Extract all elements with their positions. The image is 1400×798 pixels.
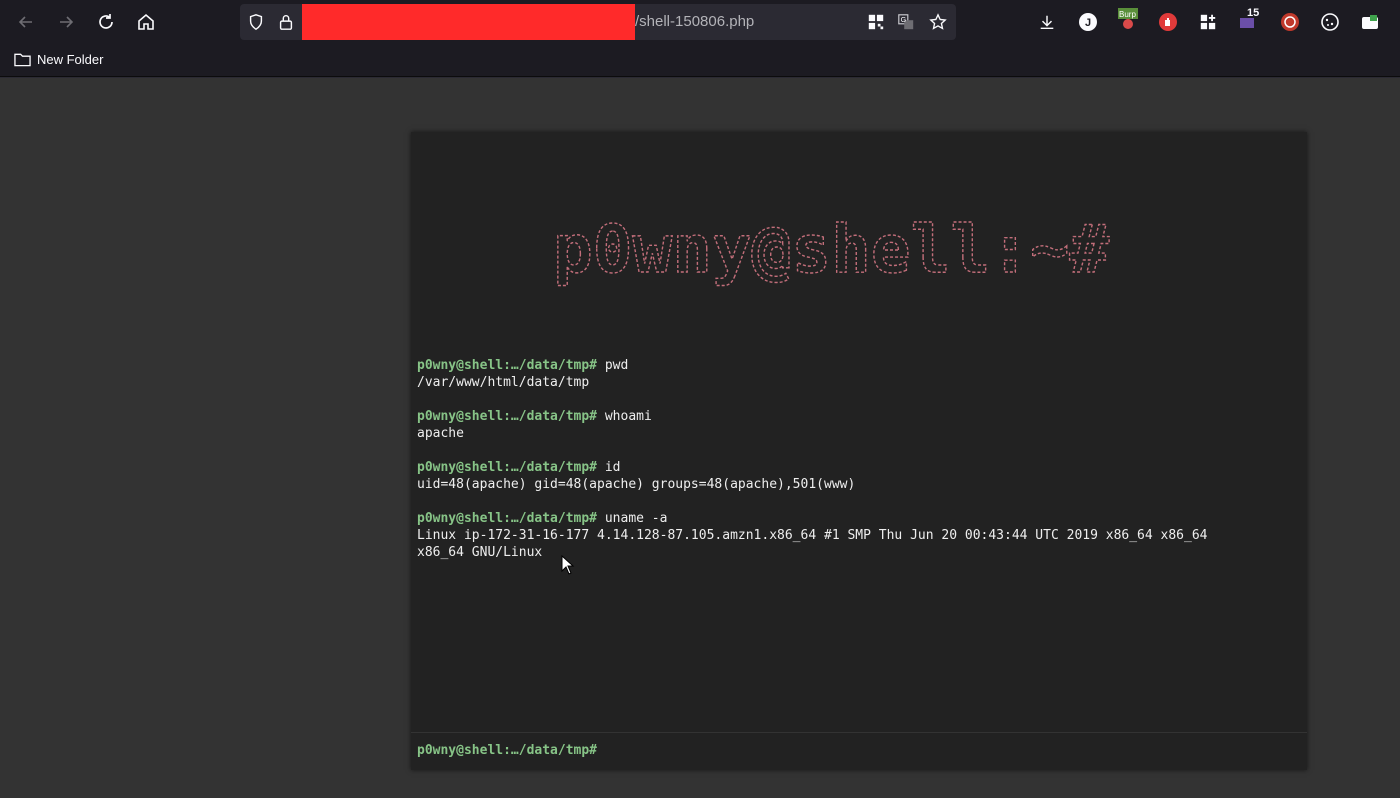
home-icon [138,13,154,30]
url-path: /shell-150806.php [635,13,755,30]
home-button[interactable] [130,6,162,38]
shell-history-entry: p0wny@shell:…/data/tmp# id uid=48(apache)… [417,459,1297,493]
shell-command-output: uid=48(apache) gid=48(apache) groups=48(… [417,477,856,492]
shell-command: uname -a [604,511,668,526]
shell-output: p0wny@shell:…/data/tmp# pwd/var/www/html… [417,357,1297,578]
bookmark-folder[interactable]: New Folder [14,52,103,67]
shell-command-output: Linux ip-172-31-16-177 4.14.128-87.105.a… [417,528,1208,560]
shell-command-output: apache [417,426,464,441]
bookmark-folder-label: New Folder [37,52,104,67]
shell-input-line[interactable]: p0wny@shell:…/data/tmp# [411,732,1307,770]
mouse-cursor-icon [561,555,575,575]
shell-prompt: p0wny@shell:…/data/tmp# [417,743,598,758]
reload-button[interactable] [90,6,122,38]
url-bar[interactable]: /shell-150806.php G [240,4,956,40]
back-button[interactable] [10,6,42,38]
arrow-right-icon [60,16,74,28]
profile-avatar-icon[interactable]: J [1076,10,1100,34]
folder-icon [14,53,31,67]
shell-prompt: p0wny@shell:…/data/tmp# [417,358,598,373]
cookie-icon[interactable] [1318,10,1342,34]
shell-command: whoami [604,409,652,424]
block-extension-icon[interactable] [1156,10,1180,34]
browser-toolbar: /shell-150806.php G J Burp 15 [0,0,1400,44]
shell-window: p0wny@shell:~# p0wny@shell:…/data/tmp# p… [411,132,1307,770]
bookmark-star-icon[interactable] [928,12,948,32]
shell-command-line: p0wny@shell:…/data/tmp# id [417,459,1297,476]
shell-command-line: p0wny@shell:…/data/tmp# pwd [417,357,1297,374]
svg-text:Burp: Burp [1119,10,1136,19]
shell-history-entry: p0wny@shell:…/data/tmp# uname -a Linux ip… [417,510,1297,561]
shell-history-entry: p0wny@shell:…/data/tmp# pwd/var/www/html… [417,357,1297,391]
arrow-left-icon [18,16,32,28]
tracking-shield-icon[interactable] [246,12,266,32]
container-extension-icon[interactable] [1358,10,1382,34]
wappalyzer-icon[interactable] [1278,10,1302,34]
extensions-grid-icon[interactable] [1196,10,1220,34]
shell-prompt: p0wny@shell:…/data/tmp# [417,409,598,424]
svg-text:p0wny@shell:~#: p0wny@shell:~# [553,211,1110,288]
forward-button[interactable] [50,6,82,38]
svg-text:15: 15 [1247,7,1259,19]
shell-prompt: p0wny@shell:…/data/tmp# [417,460,598,475]
shell-command: pwd [604,358,629,373]
shell-command-line: p0wny@shell:…/data/tmp# whoami [417,408,1297,425]
svg-text:G: G [901,15,907,24]
redacted-host [302,4,635,40]
shell-command: id [604,460,621,475]
shell-command-output: /var/www/html/data/tmp [417,375,590,390]
qr-code-icon[interactable] [866,12,886,32]
reload-icon [99,14,113,29]
downloads-icon[interactable] [1035,10,1059,34]
shell-command-line: p0wny@shell:…/data/tmp# uname -a [417,510,1297,527]
translate-icon[interactable]: G [896,12,916,32]
lock-icon[interactable] [276,12,296,32]
bookmarks-toolbar: New Folder [0,44,1400,77]
shell-prompt: p0wny@shell:…/data/tmp# [417,511,598,526]
svg-text:J: J [1085,17,1091,29]
counter-extension-icon[interactable]: 15 [1238,6,1266,30]
shell-history-entry: p0wny@shell:…/data/tmp# whoami apache [417,408,1297,442]
burp-extension-icon[interactable]: Burp [1116,6,1140,30]
ascii-banner-logo: p0wny@shell:~# [552,210,1110,288]
